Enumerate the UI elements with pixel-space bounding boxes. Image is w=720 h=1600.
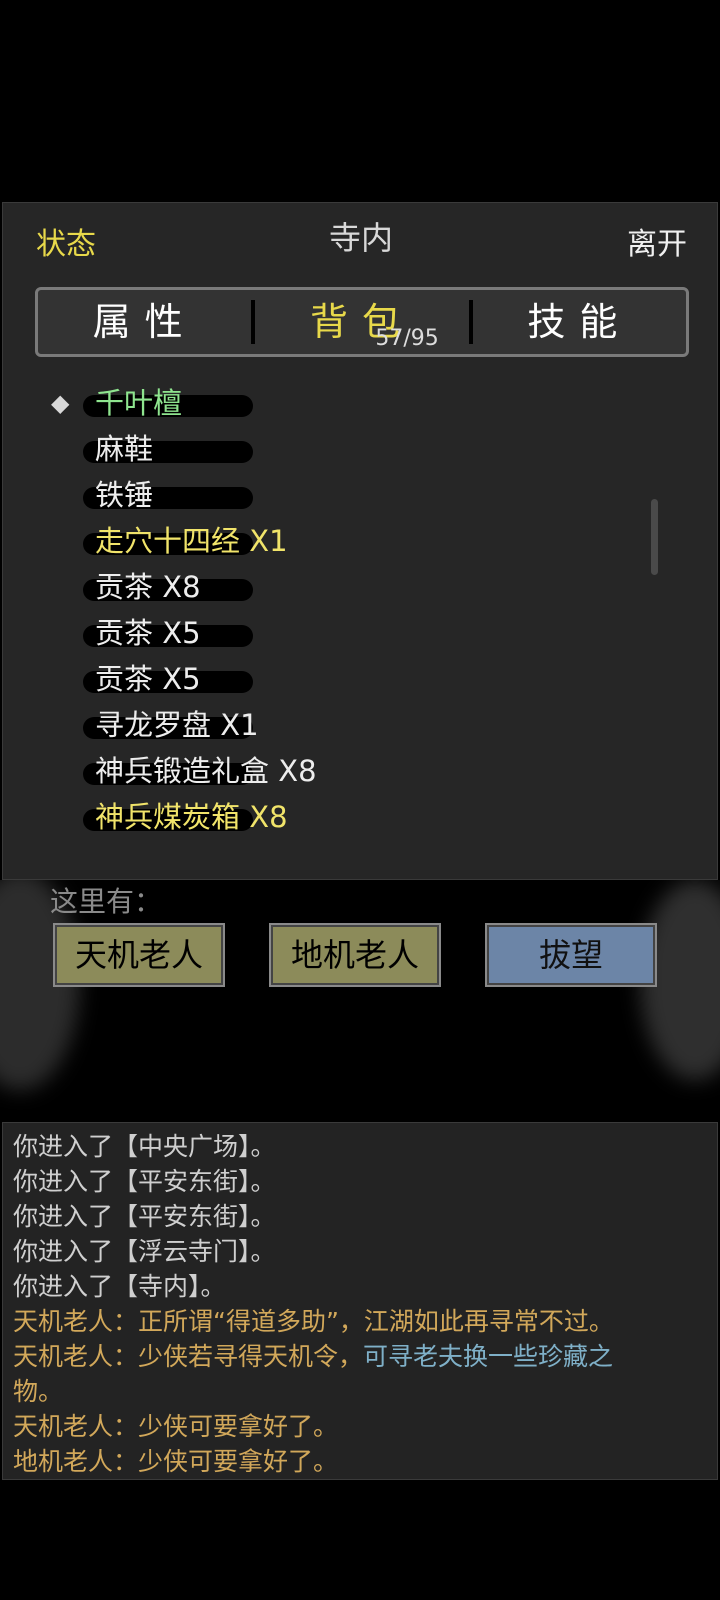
inventory-item-label: 贡茶 X8 — [95, 570, 201, 604]
log-text: 天机老人：正所谓“得道多助”，江湖如此再寻常不过。 — [13, 1307, 614, 1336]
log-text: 你进入了【平安东街】。 — [13, 1202, 276, 1231]
inventory-item[interactable]: 走穴十四经 X1 — [83, 519, 288, 563]
npc-button-diji[interactable]: 地机老人 — [269, 923, 441, 987]
tab-label: 技能 — [527, 300, 632, 344]
log-line: 物。 — [13, 1374, 707, 1409]
inventory-item-label: 神兵煤炭箱 X8 — [95, 800, 288, 834]
inventory-item-label: 铁锤 — [95, 478, 154, 512]
log-line: 你进入了【平安东街】。 — [13, 1164, 707, 1199]
inventory-item[interactable]: 千叶檀 — [83, 381, 253, 425]
log-text: 物。 — [13, 1377, 64, 1406]
log-line: 天机老人：正所谓“得道多助”，江湖如此再寻常不过。 — [13, 1304, 707, 1339]
log-text: 你进入了【寺内】。 — [13, 1272, 226, 1301]
log-line: 你进入了【寺内】。 — [13, 1269, 707, 1304]
log-line: 地机老人：少侠可要拿好了。 — [13, 1444, 707, 1479]
inventory-item[interactable]: 贡茶 X5 — [83, 611, 253, 655]
tab-label: 属性 — [92, 300, 197, 344]
inventory-item-label: 贡茶 X5 — [95, 662, 201, 696]
log-line: 你进入了【平安东街】。 — [13, 1199, 707, 1234]
backpack-count: 57/95 — [375, 326, 439, 351]
npc-button-tianji[interactable]: 天机老人 — [53, 923, 225, 987]
inventory-item[interactable]: 贡茶 X5 — [83, 657, 253, 701]
inventory-item[interactable]: 麻鞋 — [83, 427, 253, 471]
inventory-item[interactable]: 神兵锻造礼盒 X8 — [83, 749, 317, 793]
npc-button-bawang[interactable]: 拔望 — [485, 923, 657, 987]
log-text: 天机老人：少侠可要拿好了。 — [13, 1412, 339, 1441]
inventory-item[interactable]: 神兵煤炭箱 X8 — [83, 795, 288, 839]
game-panel: 状态 寺内 离开 属性 背包 57/95 技能 ◆ 千叶檀 麻鞋 铁锤 走穴十四经 X… — [2, 202, 718, 880]
log-link-text[interactable]: 可寻老夫换一些珍藏之 — [363, 1342, 613, 1371]
inventory-item[interactable]: 寻龙罗盘 X1 — [83, 703, 259, 747]
tab-backpack[interactable]: 背包 57/95 — [255, 290, 468, 354]
tab-attributes[interactable]: 属性 — [38, 290, 251, 354]
log-line: 天机老人：少侠可要拿好了。 — [13, 1409, 707, 1444]
log-text: 你进入了【中央广场】。 — [13, 1132, 276, 1161]
location-title: 寺内 — [328, 219, 393, 257]
inventory-item-label: 贡茶 X5 — [95, 616, 201, 650]
log-line: 天机老人：少侠若寻得天机令，可寻老夫换一些珍藏之 — [13, 1339, 707, 1374]
inventory-list: 千叶檀麻鞋铁锤走穴十四经 X1 贡茶 X8 贡茶 X5 贡茶 X5 寻龙罗盘 X1 神兵锻… — [3, 381, 719, 871]
log-text: 你进入了【浮云寺门】。 — [13, 1237, 276, 1266]
log-text: 天机老人：少侠若寻得天机令， — [13, 1342, 364, 1371]
inventory-item[interactable]: 铁锤 — [83, 473, 253, 517]
tab-bar: 属性 背包 57/95 技能 — [35, 287, 689, 357]
here-label: 这里有： — [50, 885, 163, 918]
inventory-item-label: 寻龙罗盘 X1 — [95, 708, 259, 742]
log-line: 你进入了【中央广场】。 — [13, 1129, 707, 1164]
inventory-scrollbar[interactable] — [651, 499, 658, 575]
leave-button[interactable]: 离开 — [627, 219, 687, 263]
log-text: 地机老人：少侠可要拿好了。 — [13, 1447, 339, 1476]
log-line: 你进入了【浮云寺门】。 — [13, 1234, 707, 1269]
inventory-item-label: 麻鞋 — [95, 432, 154, 466]
inventory-item[interactable]: 贡茶 X8 — [83, 565, 253, 609]
inventory-item-label: 千叶檀 — [95, 386, 183, 420]
inventory-item-label: 神兵锻造礼盒 X8 — [95, 754, 317, 788]
log-text: 你进入了【平安东街】。 — [13, 1167, 276, 1196]
inventory-item-label: 走穴十四经 X1 — [95, 524, 288, 558]
tab-skills[interactable]: 技能 — [473, 290, 686, 354]
message-log: 你进入了【中央广场】。 你进入了【平安东街】。 你进入了【平安东街】。 你进入了【浮云… — [2, 1122, 718, 1480]
